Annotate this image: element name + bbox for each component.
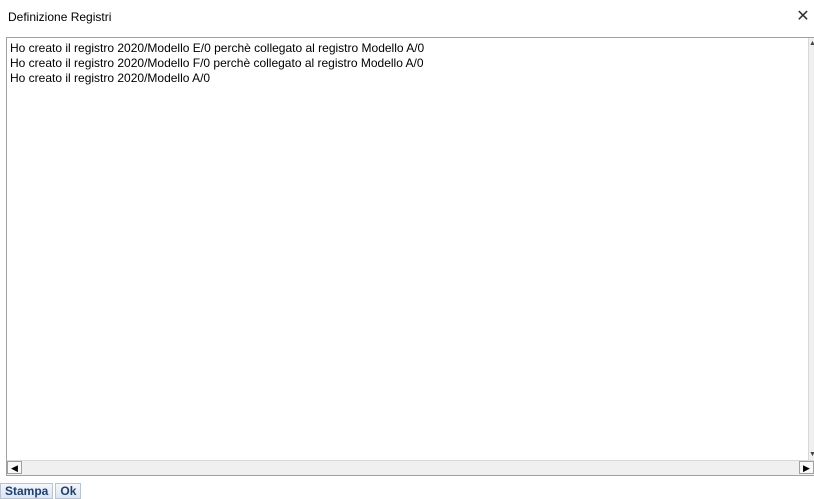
scroll-left-arrow-icon[interactable]: ◀ xyxy=(7,461,22,474)
log-lines: Ho creato il registro 2020/Modello E/0 p… xyxy=(10,41,800,461)
log-textarea[interactable]: Ho creato il registro 2020/Modello E/0 p… xyxy=(6,37,814,476)
ok-button[interactable]: Ok xyxy=(55,483,82,499)
close-icon[interactable]: ✕ xyxy=(792,6,814,28)
vertical-scrollbar[interactable]: ▲ ▼ xyxy=(808,38,814,461)
scroll-up-arrow-icon[interactable]: ▲ xyxy=(809,38,814,50)
print-button[interactable]: Stampa xyxy=(0,483,54,499)
log-line: Ho creato il registro 2020/Modello E/0 p… xyxy=(10,41,425,55)
dialog-window: Definizione Registri ✕ Ho creato il regi… xyxy=(0,0,814,499)
horizontal-scrollbar[interactable]: ◀ ▶ xyxy=(7,460,814,475)
title-bar: Definizione Registri ✕ xyxy=(0,0,814,36)
scroll-right-arrow-icon[interactable]: ▶ xyxy=(799,461,814,474)
log-line: Ho creato il registro 2020/Modello A/0 xyxy=(10,71,211,85)
log-line: Ho creato il registro 2020/Modello F/0 p… xyxy=(10,56,424,70)
window-title: Definizione Registri xyxy=(8,10,112,24)
button-bar: Stampa Ok xyxy=(0,483,83,499)
